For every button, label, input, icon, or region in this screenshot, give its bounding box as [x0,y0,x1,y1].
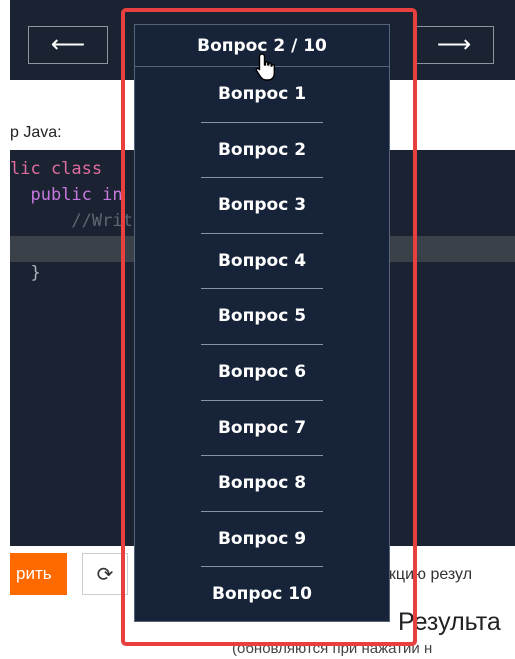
run-button[interactable]: рить [10,553,67,595]
refresh-icon: ⟳ [96,562,114,586]
question-option-2[interactable]: Вопрос 2 [135,123,389,179]
question-option-5[interactable]: Вопрос 5 [135,289,389,345]
question-option-6[interactable]: Вопрос 6 [135,345,389,401]
question-option-7[interactable]: Вопрос 7 [135,401,389,457]
hand-pointer-icon [255,53,275,81]
refresh-button[interactable]: ⟳ [82,553,128,595]
check-results-text: екцию резул [380,566,473,583]
results-subtitle: (обновляются при нажатии н [232,640,433,657]
arrow-left-icon: ⟵ [50,30,86,58]
question-option-8[interactable]: Вопрос 8 [135,456,389,512]
question-dropdown[interactable]: Вопрос 2 / 10 Вопрос 1 Вопрос 2 Вопрос 3… [134,24,390,622]
language-label: p Java: [10,124,62,141]
question-dropdown-menu: Вопрос 1 Вопрос 2 Вопрос 3 Вопрос 4 Вопр… [135,67,389,623]
question-option-10[interactable]: Вопрос 10 [135,567,389,623]
question-option-3[interactable]: Вопрос 3 [135,178,389,234]
question-option-4[interactable]: Вопрос 4 [135,234,389,290]
question-option-9[interactable]: Вопрос 9 [135,512,389,568]
next-question-button[interactable]: ⟶ [414,26,494,64]
arrow-right-icon: ⟶ [436,30,472,58]
page: ⟵ ⟶ p Java: lic class public in{ //Writi… [10,0,515,659]
code-line-1: lic class [10,159,103,179]
code-line-5: } [30,263,41,283]
previous-question-button[interactable]: ⟵ [28,26,108,64]
results-heading: Результа [398,608,501,636]
